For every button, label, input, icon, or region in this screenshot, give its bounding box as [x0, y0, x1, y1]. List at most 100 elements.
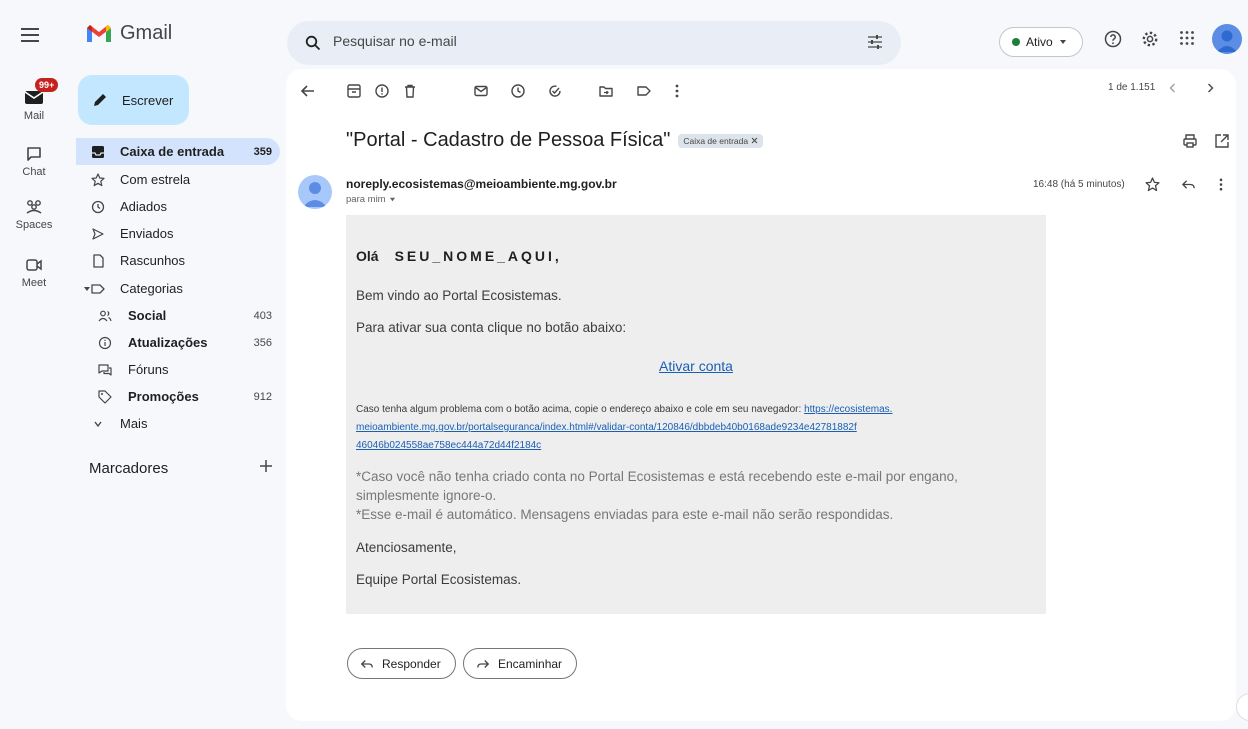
sidebar-item-inbox[interactable]: Caixa de entrada 359 — [76, 138, 280, 165]
sidebar-item-forums[interactable]: Fóruns — [76, 356, 280, 383]
forum-icon — [96, 361, 114, 379]
user-avatar-icon — [303, 182, 327, 207]
settings-gear-icon[interactable] — [1141, 30, 1159, 48]
sidebar-item-label: Mais — [120, 416, 148, 431]
sidebar-item-label: Adiados — [120, 199, 167, 214]
sidebar-item-categories[interactable]: Categorias — [76, 275, 280, 302]
sender-address: noreply.ecosistemas@meioambiente.mg.gov.… — [346, 177, 617, 191]
app-name: Gmail — [120, 22, 173, 44]
sidebar-item-more[interactable]: Mais — [76, 410, 280, 437]
label-icon — [89, 280, 107, 298]
tag-icon — [96, 388, 114, 406]
fallback-instructions: Caso tenha algum problema com o botão ac… — [356, 401, 1036, 455]
sidebar-item-label: Promoções — [128, 389, 199, 404]
reply-button[interactable]: Responder — [347, 648, 456, 679]
sidebar-item-count: 359 — [253, 145, 272, 158]
email-time: 16:48 (há 5 minutos) — [1033, 179, 1125, 190]
star-icon[interactable] — [1145, 177, 1160, 192]
gmail-logo[interactable]: Gmail — [86, 22, 172, 45]
regards-text: Atenciosamente, — [356, 540, 457, 555]
app-rail: 99+ Mail Chat Spaces Meet — [0, 0, 68, 729]
close-icon[interactable] — [751, 137, 758, 144]
greeting-line: Olá SEU_NOME_AQUI, — [356, 248, 562, 264]
recipient-label: para mim — [346, 194, 386, 205]
sidebar-item-snoozed[interactable]: Adiados — [76, 193, 280, 220]
search-icon[interactable] — [305, 35, 321, 51]
sidebar-item-drafts[interactable]: Rascunhos — [76, 247, 280, 274]
gmail-m-icon — [87, 24, 111, 42]
sidebar-item-count: 356 — [253, 336, 272, 349]
inbox-icon — [89, 143, 107, 161]
rail-mail-label: Mail — [23, 110, 45, 122]
sidebar-item-updates[interactable]: Atualizações 356 — [76, 329, 280, 356]
more-vertical-icon[interactable] — [1218, 177, 1224, 192]
back-arrow-icon[interactable] — [300, 83, 316, 99]
help-icon[interactable] — [1104, 30, 1122, 48]
newer-chevron-icon[interactable] — [1204, 82, 1216, 94]
search-options-icon[interactable] — [867, 34, 883, 50]
older-chevron-icon[interactable] — [1167, 82, 1179, 94]
disclaimer-note-2: *Esse e-mail é automático. Mensagens env… — [356, 507, 894, 522]
sidebar-item-sent[interactable]: Enviados — [76, 220, 280, 247]
caret-down-icon — [1059, 40, 1066, 44]
main-menu-icon[interactable] — [21, 28, 39, 42]
inbox-label-chip[interactable]: Caixa de entrada — [678, 133, 764, 148]
apps-grid-icon[interactable] — [1179, 30, 1195, 46]
reply-icon[interactable] — [1181, 177, 1196, 192]
rail-spaces[interactable]: Spaces — [0, 197, 68, 231]
sidebar-item-label: Caixa de entrada — [120, 144, 225, 159]
activate-account-link[interactable]: Ativar conta — [346, 358, 1046, 374]
archive-icon[interactable] — [346, 83, 362, 99]
compose-label: Escrever — [122, 92, 174, 108]
meet-icon — [24, 255, 44, 275]
star-icon — [89, 171, 107, 189]
sidebar-item-label: Categorias — [120, 281, 183, 296]
print-icon[interactable] — [1182, 133, 1198, 149]
disclaimer-notes: *Caso você não tenha criado conta no Por… — [356, 467, 1036, 524]
status-dot — [1012, 38, 1020, 46]
forward-button[interactable]: Encaminhar — [463, 648, 578, 679]
sidebar-item-starred[interactable]: Com estrela — [76, 166, 280, 193]
add-task-icon[interactable] — [547, 83, 563, 99]
rail-spaces-label: Spaces — [15, 219, 53, 231]
rail-meet[interactable]: Meet — [0, 255, 68, 289]
welcome-text: Bem vindo ao Portal Ecosistemas. — [356, 288, 562, 303]
move-to-icon[interactable] — [598, 83, 614, 99]
recipient-details[interactable]: para mim — [346, 194, 396, 205]
mark-unread-icon[interactable] — [473, 83, 489, 99]
more-vertical-icon[interactable] — [674, 83, 680, 99]
sidebar-item-label: Com estrela — [120, 172, 191, 187]
status-selector[interactable]: Ativo — [999, 27, 1083, 57]
search-bar[interactable] — [287, 21, 901, 65]
snooze-clock-icon[interactable] — [510, 83, 526, 99]
send-icon — [89, 225, 107, 243]
draft-icon — [89, 252, 107, 270]
unread-badge: 99+ — [35, 78, 59, 92]
sidebar-item-count: 403 — [253, 309, 272, 322]
sidebar-item-label: Fóruns — [128, 362, 169, 377]
compose-button[interactable]: Escrever — [78, 75, 189, 125]
rail-mail[interactable]: 99+ Mail — [0, 78, 68, 122]
account-avatar[interactable] — [1212, 24, 1242, 54]
labels-heading: Marcadores — [89, 460, 169, 477]
side-panel-toggle[interactable] — [1236, 693, 1248, 721]
forward-label: Encaminhar — [498, 656, 563, 671]
sidebar-item-social[interactable]: Social 403 — [76, 302, 280, 329]
sidebar-item-label: Enviados — [120, 226, 174, 241]
fallback-text: Caso tenha algum problema com o botão ac… — [356, 404, 802, 415]
disclaimer-note-1: *Caso você não tenha criado conta no Por… — [356, 469, 958, 503]
sidebar-item-promotions[interactable]: Promoções 912 — [76, 383, 280, 410]
report-spam-icon[interactable] — [374, 83, 390, 99]
delete-trash-icon[interactable] — [402, 83, 418, 99]
sender-avatar[interactable] — [298, 175, 332, 209]
caret-down-icon — [389, 197, 395, 202]
add-label-icon[interactable] — [259, 459, 273, 473]
open-new-window-icon[interactable] — [1214, 133, 1230, 149]
search-input[interactable] — [333, 33, 813, 49]
label-icon[interactable] — [636, 83, 652, 99]
activate-prompt: Para ativar sua conta clique no botão ab… — [356, 320, 627, 335]
sidebar-item-count: 912 — [253, 390, 272, 403]
email-subject-row: "Portal - Cadastro de Pessoa Física" Cai… — [346, 129, 764, 152]
chat-icon — [24, 144, 44, 164]
rail-chat[interactable]: Chat — [0, 144, 68, 178]
